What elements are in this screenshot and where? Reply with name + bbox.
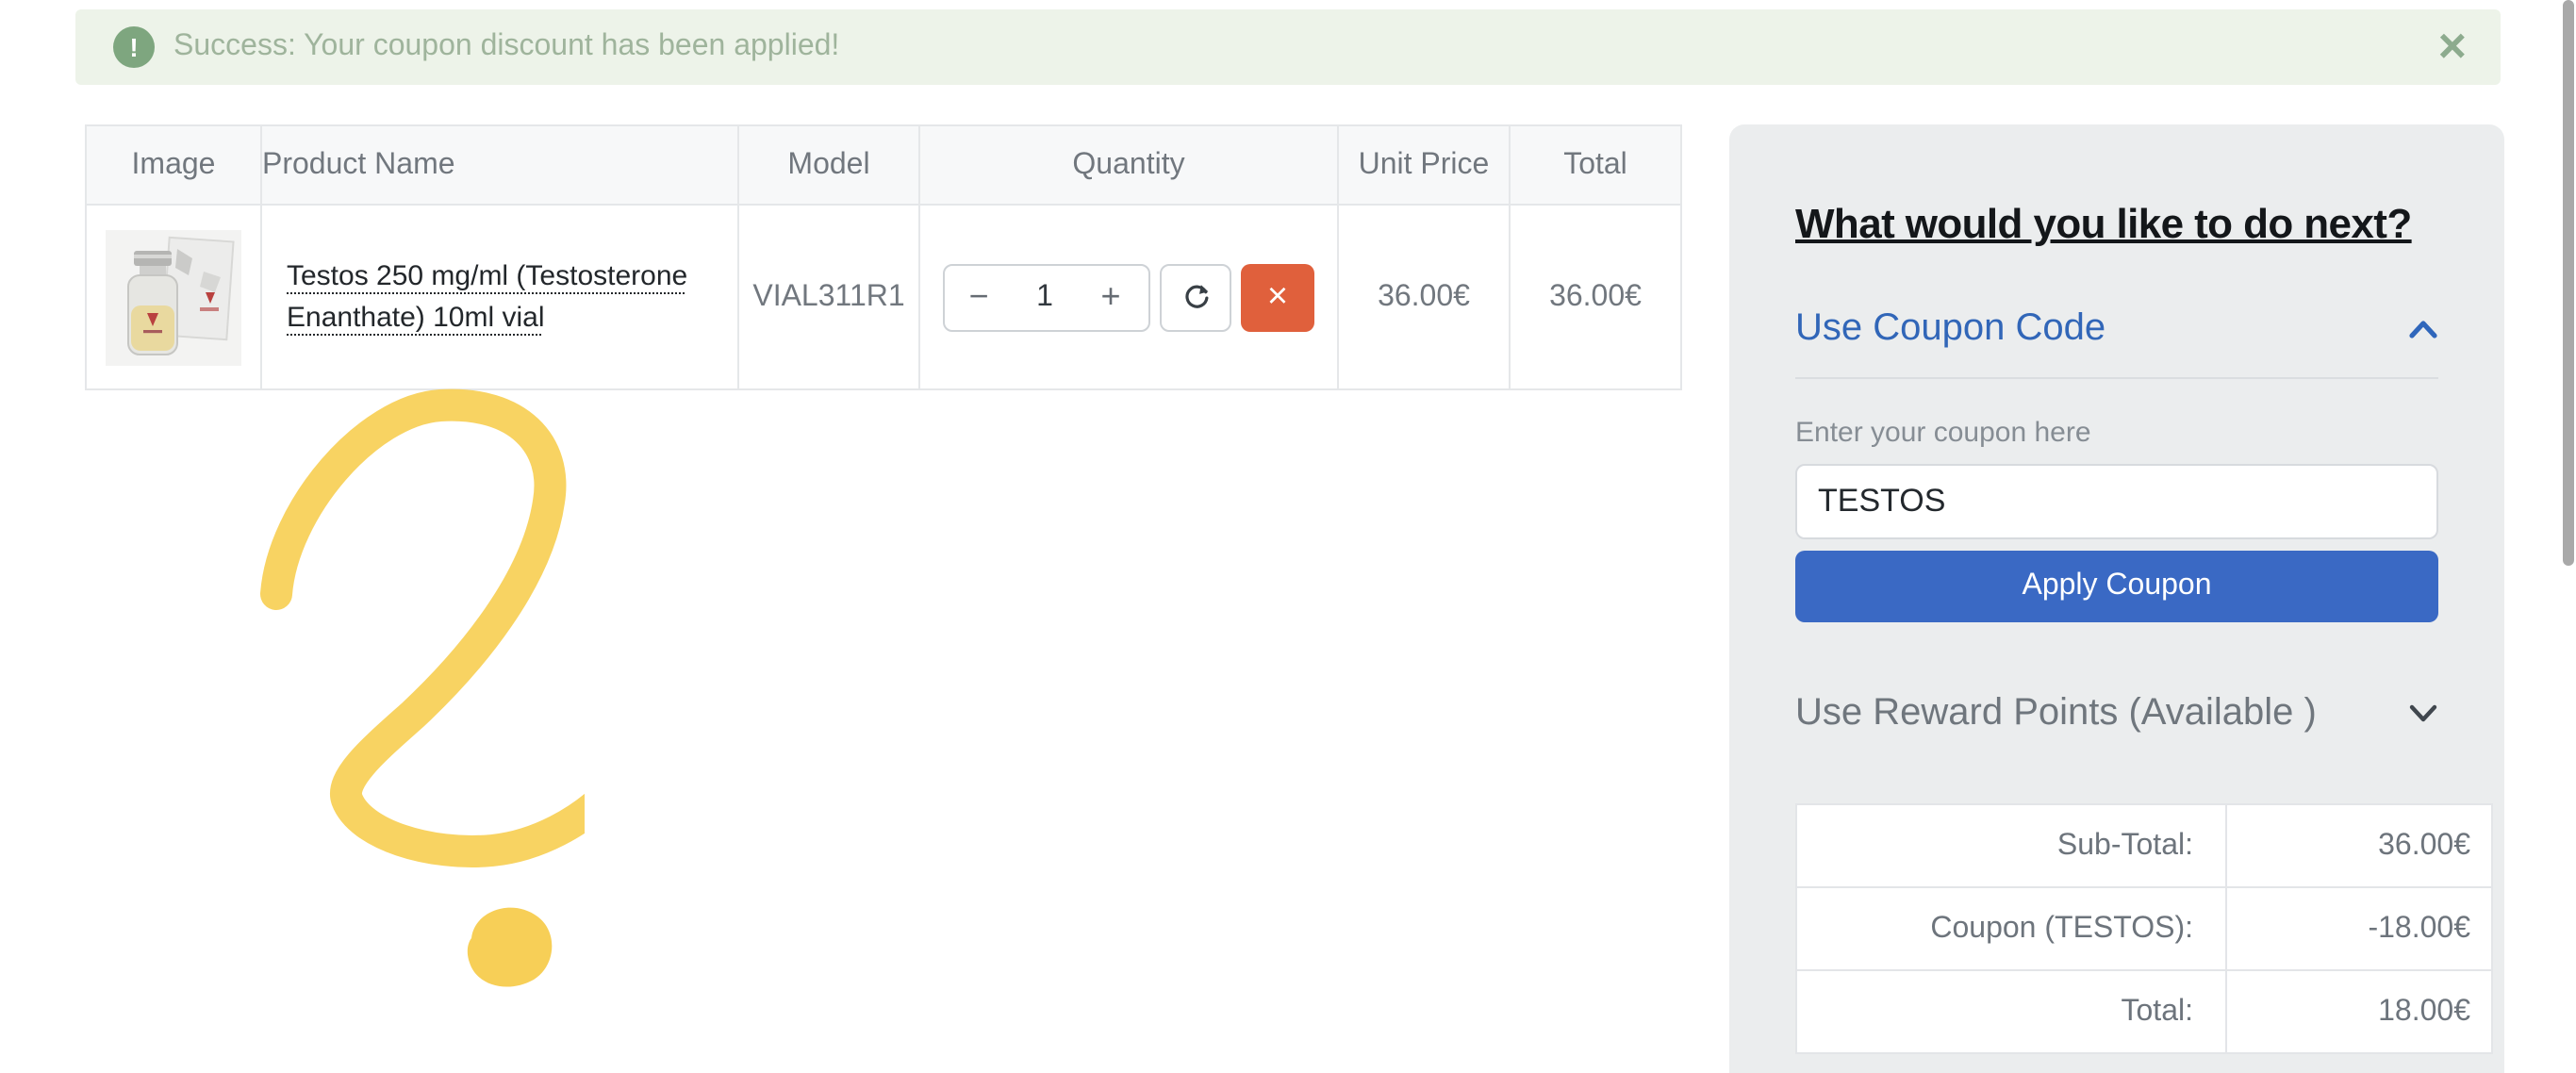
divider (1795, 377, 2438, 379)
subtotal-value: 36.00€ (2226, 804, 2492, 887)
column-header-total: Total (1510, 125, 1681, 205)
close-icon[interactable]: × (2431, 17, 2474, 74)
page-title: What would you like to do next? (1795, 200, 2412, 249)
order-totals-table: Sub-Total: 36.00€ Coupon (TESTOS): -18.0… (1795, 803, 2493, 1054)
table-row: Testos 250 mg/ml (Testosterone Enanthate… (86, 205, 1681, 389)
apply-coupon-button[interactable]: Apply Coupon (1795, 551, 2438, 622)
column-header-image: Image (86, 125, 261, 205)
remove-icon: × (1267, 276, 1288, 318)
increase-quantity-button[interactable]: + (1077, 277, 1145, 317)
product-line-total: 36.00€ (1510, 205, 1681, 389)
product-thumbnail[interactable] (106, 229, 241, 365)
coupon-discount-row: Coupon (TESTOS): -18.00€ (1796, 887, 2492, 970)
cart-table: Image Product Name Model Quantity Unit P… (85, 124, 1682, 390)
column-header-unit-price: Unit Price (1338, 125, 1510, 205)
product-model: VIAL311R1 (738, 205, 919, 389)
total-row: Total: 18.00€ (1796, 970, 2492, 1053)
decrease-quantity-button[interactable]: − (945, 277, 1013, 317)
cart-page: ! Success: Your coupon discount has been… (0, 0, 2576, 1073)
product-name-cell: Testos 250 mg/ml (Testosterone Enanthate… (261, 205, 738, 389)
use-coupon-code-toggle[interactable]: Use Coupon Code (1795, 302, 2438, 355)
chevron-up-icon (2408, 318, 2438, 338)
coupon-discount-value: -18.00€ (2226, 887, 2492, 970)
use-coupon-code-label: Use Coupon Code (1795, 306, 2105, 350)
subtotal-row: Sub-Total: 36.00€ (1796, 804, 2492, 887)
use-reward-points-label: Use Reward Points (Available ) (1795, 691, 2317, 735)
handwritten-2-annotation (245, 377, 585, 999)
chevron-down-icon (2408, 702, 2438, 723)
product-image-cell (86, 205, 261, 389)
next-steps-panel: What would you like to do next? Use Coup… (1729, 124, 2504, 1073)
total-label: Total: (1796, 970, 2226, 1053)
exclamation-circle-icon: ! (113, 26, 155, 68)
column-header-quantity: Quantity (919, 125, 1338, 205)
product-unit-price: 36.00€ (1338, 205, 1510, 389)
refresh-icon (1181, 283, 1210, 311)
column-header-model: Model (738, 125, 919, 205)
vertical-scrollbar[interactable] (2563, 0, 2574, 566)
success-alert-message: Success: Your coupon discount has been a… (173, 30, 839, 64)
success-alert: ! Success: Your coupon discount has been… (75, 9, 2501, 85)
quantity-stepper: − + (943, 263, 1150, 331)
coupon-input-label: Enter your coupon here (1795, 417, 2091, 449)
quantity-input[interactable] (1013, 280, 1077, 314)
coupon-input[interactable] (1795, 464, 2438, 539)
product-name-link[interactable]: Testos 250 mg/ml (Testosterone Enanthate… (287, 260, 687, 333)
total-value: 18.00€ (2226, 970, 2492, 1053)
coupon-discount-label: Coupon (TESTOS): (1796, 887, 2226, 970)
update-quantity-button[interactable] (1160, 263, 1231, 331)
quantity-cell: − + × (919, 205, 1338, 389)
subtotal-label: Sub-Total: (1796, 804, 2226, 887)
remove-item-button[interactable]: × (1241, 263, 1314, 331)
column-header-product-name: Product Name (261, 125, 738, 205)
cart-table-header-row: Image Product Name Model Quantity Unit P… (86, 125, 1681, 205)
use-reward-points-toggle[interactable]: Use Reward Points (Available ) (1795, 686, 2438, 739)
